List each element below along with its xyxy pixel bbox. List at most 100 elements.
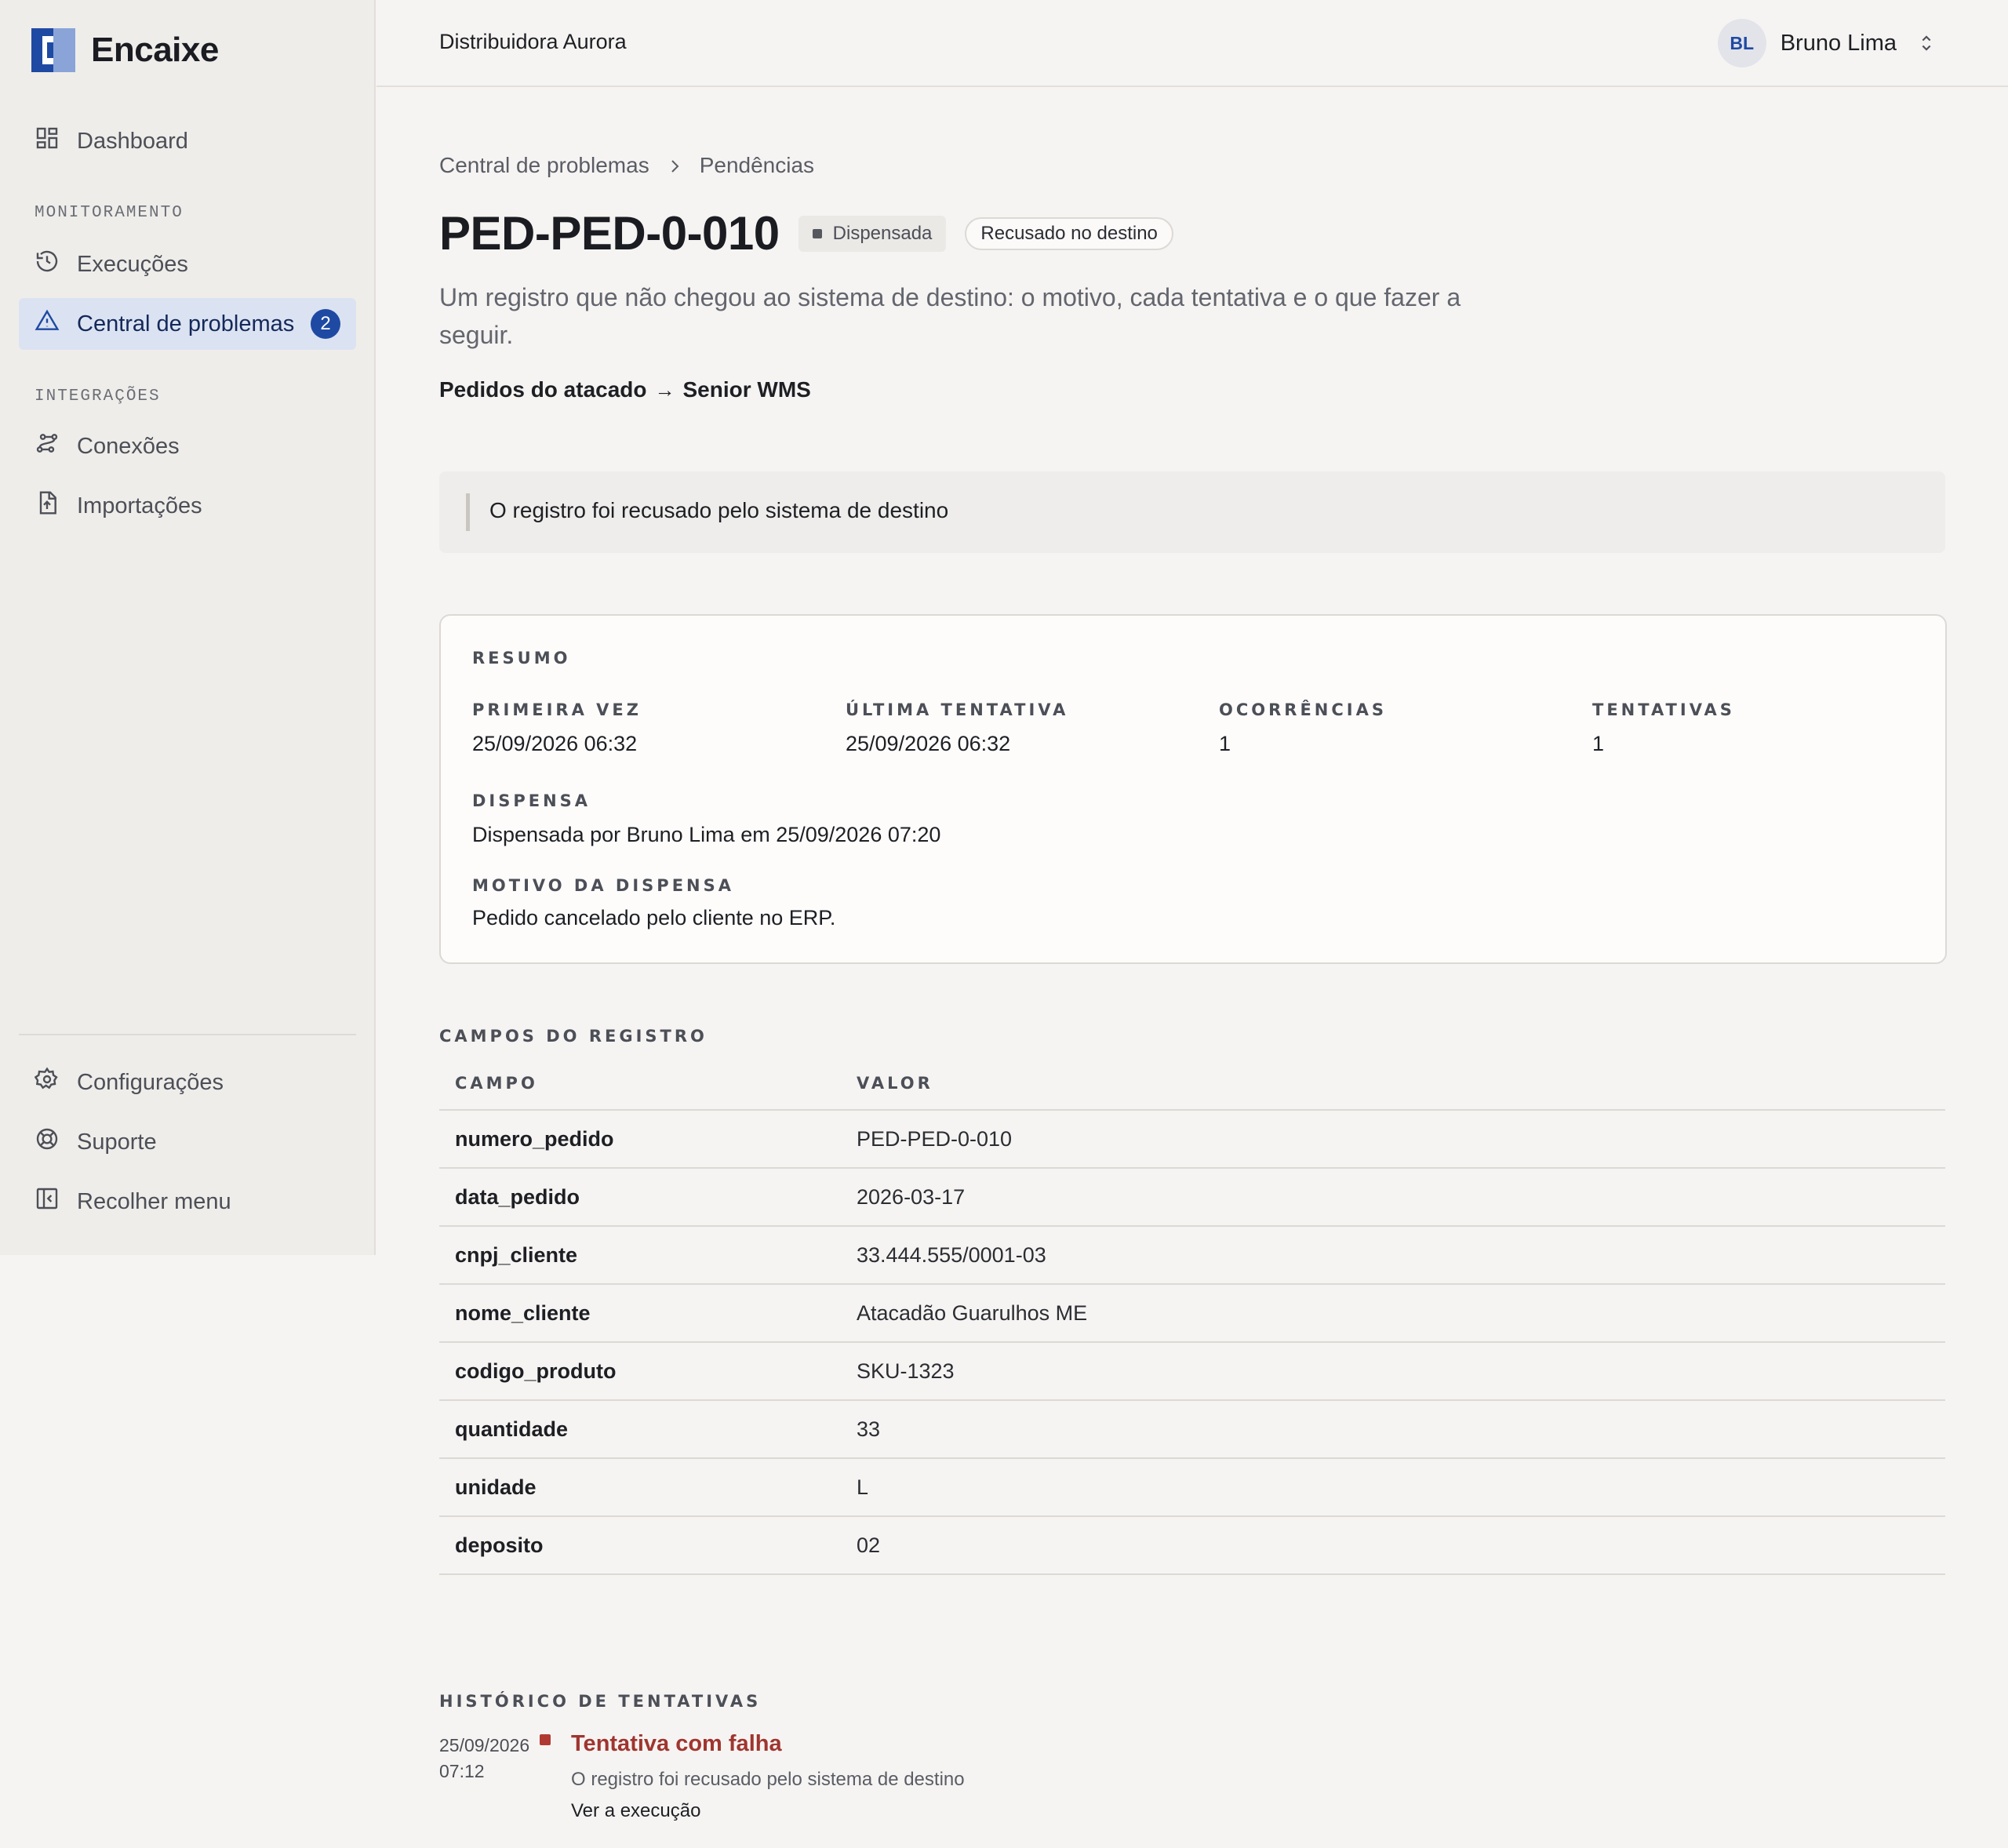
column-header-field: CAMPO bbox=[439, 1057, 841, 1111]
status-badge-label: Dispensada bbox=[832, 222, 933, 244]
first-seen-value: 25/09/2026 06:32 bbox=[472, 732, 638, 755]
section-label-integrations: INTEGRAÇÕES bbox=[35, 387, 161, 406]
field-key: unidade bbox=[439, 1458, 841, 1517]
sidebar-item-problems[interactable]: Central de problemas 2 bbox=[19, 298, 356, 350]
sidebar-item-label: Suporte bbox=[77, 1129, 157, 1155]
status-dot-icon bbox=[812, 228, 822, 238]
page-title: PED-PED-0-010 bbox=[439, 207, 780, 260]
field-value: 02 bbox=[841, 1516, 1945, 1575]
callout-accent-bar bbox=[466, 493, 470, 531]
user-name: Bruno Lima bbox=[1780, 30, 1897, 56]
fields-table: CAMPO VALOR numero_pedido PED-PED-0-010 … bbox=[439, 1057, 1945, 1575]
arrow-right-icon: → bbox=[654, 377, 675, 402]
breadcrumb-link-problems[interactable]: Central de problemas bbox=[439, 153, 649, 178]
field-value: 33 bbox=[841, 1400, 1945, 1459]
collapse-panel-icon bbox=[35, 1186, 60, 1217]
avatar: BL bbox=[1717, 19, 1766, 67]
fields-section-title: CAMPOS DO REGISTRO bbox=[439, 1027, 708, 1046]
field-value: 2026-03-17 bbox=[841, 1168, 1945, 1227]
user-menu[interactable]: BL Bruno Lima bbox=[1717, 19, 1937, 67]
integration-flow: Pedidos do atacado → Senior WMS bbox=[439, 377, 811, 402]
attempts-label: TENTATIVAS bbox=[1592, 700, 1735, 719]
dismissal-value: Dispensada por Bruno Lima em 25/09/2026 … bbox=[472, 823, 941, 846]
table-row: deposito 02 bbox=[439, 1516, 1945, 1575]
table-row: unidade L bbox=[439, 1458, 1945, 1517]
brand[interactable]: Encaixe bbox=[31, 27, 219, 74]
attempt-timestamp: 25/09/2026 07:12 bbox=[439, 1733, 549, 1784]
flow-source: Pedidos do atacado bbox=[439, 377, 647, 402]
status-badge: Dispensada bbox=[798, 215, 947, 252]
view-execution-link[interactable]: Ver a execução bbox=[571, 1800, 700, 1822]
topbar: Distribuidora Aurora BL Bruno Lima bbox=[376, 0, 2008, 87]
sidebar: Encaixe Dashboard MONITORAMENTO Execuçõe… bbox=[0, 0, 376, 1255]
problems-count-badge: 2 bbox=[311, 309, 340, 339]
summary-title: RESUMO bbox=[472, 649, 571, 668]
attempt-description: O registro foi recusado pelo sistema de … bbox=[571, 1769, 965, 1790]
table-row: nome_cliente Atacadão Guarulhos ME bbox=[439, 1284, 1945, 1343]
sidebar-item-label: Recolher menu bbox=[77, 1188, 231, 1214]
error-callout: O registro foi recusado pelo sistema de … bbox=[439, 471, 1945, 553]
attempt-date: 25/09/2026 bbox=[439, 1735, 530, 1755]
history-section-title: HISTÓRICO DE TENTATIVAS bbox=[439, 1692, 762, 1711]
sidebar-item-connections[interactable]: Conexões bbox=[19, 420, 356, 472]
reason-badge: Recusado no destino bbox=[965, 216, 1173, 250]
first-seen-label: PRIMEIRA VEZ bbox=[472, 700, 642, 719]
occurrences-label: OCORRÊNCIAS bbox=[1219, 700, 1387, 719]
field-key: quantidade bbox=[439, 1400, 841, 1459]
section-label-monitoring: MONITORAMENTO bbox=[35, 204, 184, 222]
dashboard-icon bbox=[35, 126, 60, 157]
sidebar-item-executions[interactable]: Execuções bbox=[19, 238, 356, 290]
field-key: data_pedido bbox=[439, 1168, 841, 1227]
sidebar-item-label: Execuções bbox=[77, 251, 188, 277]
organization-name: Distribuidora Aurora bbox=[439, 30, 627, 53]
attempt-time: 07:12 bbox=[439, 1761, 485, 1781]
sidebar-item-dashboard[interactable]: Dashboard bbox=[19, 115, 356, 167]
warning-icon bbox=[35, 308, 60, 340]
page-subtitle: Um registro que não chegou ao sistema de… bbox=[439, 283, 1461, 349]
last-attempt-label: ÚLTIMA TENTATIVA bbox=[846, 700, 1069, 719]
field-value: 33.444.555/0001-03 bbox=[841, 1226, 1945, 1285]
summary-card: RESUMO PRIMEIRA VEZ 25/09/2026 06:32 ÚLT… bbox=[439, 614, 1947, 964]
sidebar-divider bbox=[19, 1034, 356, 1035]
field-key: codigo_produto bbox=[439, 1342, 841, 1401]
attempts-value: 1 bbox=[1592, 732, 1605, 755]
gear-icon bbox=[34, 1067, 60, 1098]
table-row: codigo_produto SKU-1323 bbox=[439, 1342, 1945, 1401]
table-row: quantidade 33 bbox=[439, 1400, 1945, 1459]
chevron-right-icon bbox=[665, 156, 684, 175]
callout-message: O registro foi recusado pelo sistema de … bbox=[489, 498, 949, 522]
sidebar-item-settings[interactable]: Configurações bbox=[19, 1057, 356, 1108]
dismissal-reason-value: Pedido cancelado pelo cliente no ERP. bbox=[472, 906, 836, 929]
app-name: Encaixe bbox=[91, 31, 219, 69]
breadcrumb-current: Pendências bbox=[699, 153, 815, 177]
sidebar-item-support[interactable]: Suporte bbox=[19, 1116, 356, 1168]
logo-icon bbox=[31, 28, 75, 72]
field-value: Atacadão Guarulhos ME bbox=[841, 1284, 1945, 1343]
sidebar-collapse-button[interactable]: Recolher menu bbox=[19, 1176, 356, 1228]
chevron-up-down-icon bbox=[1915, 32, 1937, 54]
failure-status-icon bbox=[540, 1734, 551, 1745]
sidebar-item-label: Central de problemas bbox=[77, 311, 295, 336]
field-value: SKU-1323 bbox=[841, 1342, 1945, 1401]
column-header-value: VALOR bbox=[841, 1057, 1945, 1111]
history-icon bbox=[35, 249, 60, 280]
sidebar-item-label: Dashboard bbox=[77, 128, 188, 154]
lifebuoy-icon bbox=[35, 1126, 60, 1158]
table-header-row: CAMPO VALOR bbox=[439, 1057, 1945, 1111]
field-key: deposito bbox=[439, 1516, 841, 1575]
dismissal-label: DISPENSA bbox=[472, 791, 591, 810]
occurrences-value: 1 bbox=[1219, 732, 1231, 755]
connections-icon bbox=[35, 431, 60, 462]
attempt-title: Tentativa com falha bbox=[571, 1731, 782, 1756]
sidebar-item-label: Conexões bbox=[77, 433, 180, 459]
breadcrumb: Central de problemas Pendências bbox=[439, 153, 814, 178]
dismissal-reason-label: MOTIVO DA DISPENSA bbox=[472, 876, 734, 895]
field-value: PED-PED-0-010 bbox=[841, 1110, 1945, 1169]
flow-destination: Senior WMS bbox=[682, 377, 811, 402]
table-row: data_pedido 2026-03-17 bbox=[439, 1168, 1945, 1227]
last-attempt-value: 25/09/2026 06:32 bbox=[846, 732, 1011, 755]
field-key: cnpj_cliente bbox=[439, 1226, 841, 1285]
sidebar-item-imports[interactable]: Importações bbox=[19, 480, 356, 532]
field-key: nome_cliente bbox=[439, 1284, 841, 1343]
title-row: PED-PED-0-010 Dispensada Recusado no des… bbox=[439, 206, 1173, 260]
